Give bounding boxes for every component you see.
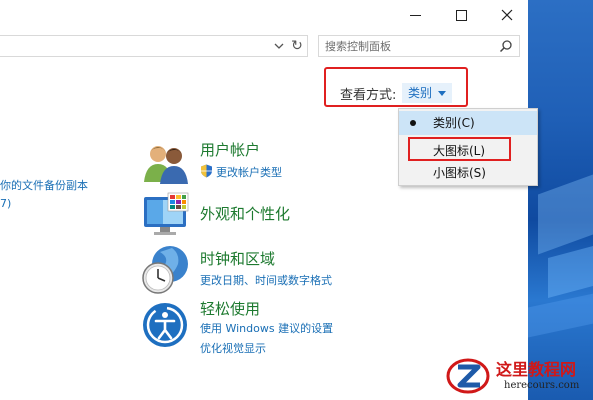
minimize-icon: [409, 14, 421, 16]
category-title-user-accounts[interactable]: 用户帐户: [200, 139, 260, 160]
link-change-date-time-format[interactable]: 更改日期、时间或数字格式: [200, 272, 332, 288]
site-watermark: 这里教程网 herecours.com: [440, 352, 593, 400]
menu-item-category[interactable]: 类别(C): [399, 111, 537, 135]
partial-link-backup[interactable]: 你的文件备份副本: [0, 177, 88, 193]
search-icon[interactable]: [499, 39, 513, 53]
refresh-icon[interactable]: ↻: [289, 38, 305, 54]
radio-dot-icon: [410, 120, 416, 126]
search-input[interactable]: [325, 37, 485, 55]
minimize-button[interactable]: [392, 0, 438, 30]
caret-down-icon: [438, 91, 447, 96]
ease-of-access-icon[interactable]: [142, 302, 188, 348]
link-windows-recommended-settings[interactable]: 使用 Windows 建议的设置: [200, 320, 333, 336]
watermark-logo-icon: [446, 358, 490, 394]
link-optimize-visual-display[interactable]: 优化视觉显示: [200, 340, 266, 356]
view-by-label: 查看方式:: [340, 88, 397, 103]
menu-item-small-icons[interactable]: 小图标(S): [399, 161, 537, 185]
menu-item-label: 类别(C): [433, 116, 475, 130]
maximize-icon: [455, 9, 467, 21]
user-accounts-icon[interactable]: [142, 142, 190, 184]
category-title-ease-of-access[interactable]: 轻松使用: [200, 298, 260, 319]
title-bar: [0, 0, 528, 30]
watermark-title: 这里教程网: [496, 360, 577, 379]
chevron-down-icon[interactable]: [272, 39, 286, 53]
partial-link-text[interactable]: 7): [0, 197, 11, 210]
highlight-box-large-icons: [408, 137, 511, 161]
address-bar[interactable]: ↻: [0, 35, 308, 57]
appearance-icon[interactable]: [142, 191, 190, 237]
clock-region-icon[interactable]: [140, 244, 190, 296]
link-change-account-type[interactable]: 更改帐户类型: [216, 164, 282, 180]
search-box[interactable]: [318, 35, 520, 57]
view-by-value: 类别: [408, 86, 433, 100]
uac-shield-icon: [201, 164, 212, 178]
view-by-dropdown[interactable]: 类别: [402, 83, 453, 103]
menu-item-label: 小图标(S): [433, 166, 486, 180]
maximize-button[interactable]: [438, 0, 484, 30]
close-icon: [501, 9, 513, 21]
close-button[interactable]: [484, 0, 530, 30]
category-title-clock-region[interactable]: 时钟和区域: [200, 248, 275, 269]
control-panel-window: ↻ 查看方式: 类别 类别(C) 大图标(L) 小图标(S) 你的文件备份副本 …: [0, 0, 538, 400]
watermark-url: herecours.com: [504, 380, 580, 391]
desktop-background: [528, 0, 593, 400]
category-title-appearance[interactable]: 外观和个性化: [200, 203, 290, 224]
